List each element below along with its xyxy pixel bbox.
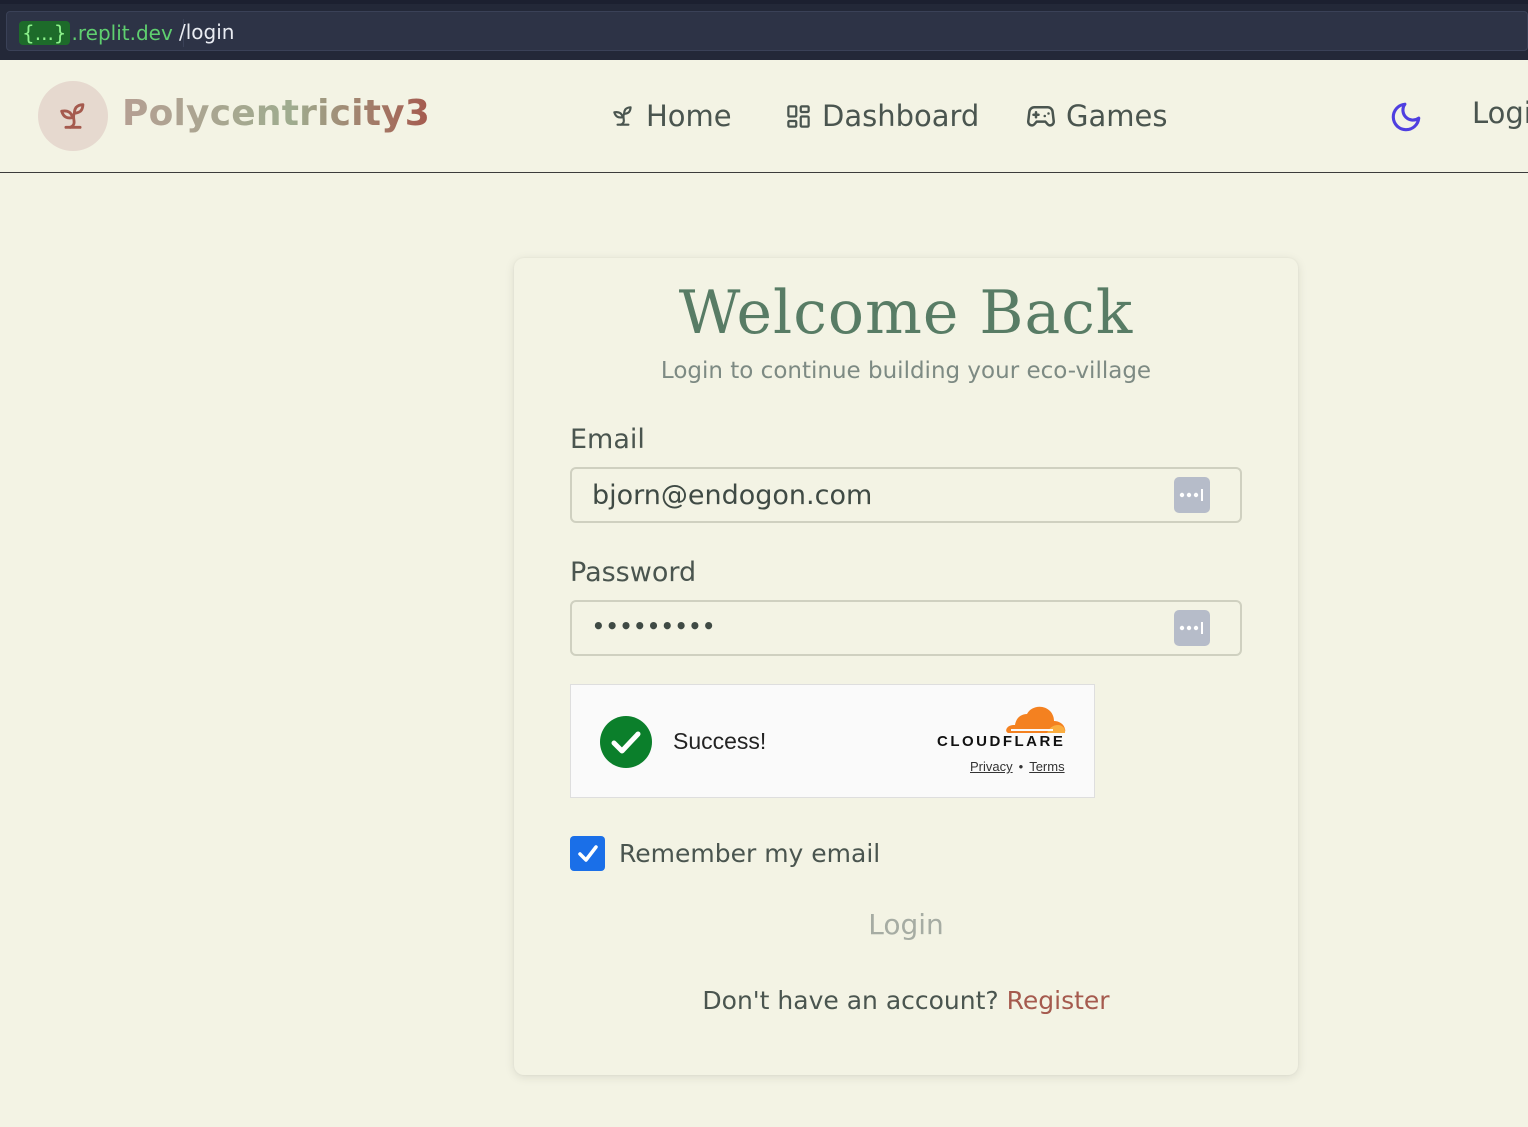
terms-link[interactable]: Terms (1029, 759, 1064, 774)
checkmark-icon (577, 844, 598, 862)
sprout-logo-icon (60, 103, 85, 129)
login-card: Welcome Back Login to continue building … (514, 258, 1298, 1075)
password-label: Password (570, 557, 697, 588)
page-title: Welcome Back (678, 278, 1134, 348)
register-prompt-line: Don't have an account? Register (514, 986, 1298, 1015)
logo[interactable] (38, 81, 108, 151)
brand-name[interactable]: Polycentricity3 (122, 93, 430, 134)
gamepad-icon (1027, 106, 1055, 127)
moon-icon (1391, 102, 1421, 132)
ellipsis-cursor-icon (1179, 489, 1203, 501)
email-field-wrapper (570, 467, 1242, 523)
password-input[interactable]: ••••••••• (592, 614, 716, 638)
sprout-icon (613, 106, 632, 126)
nav-games[interactable]: Games (1026, 96, 1167, 136)
nav-home-label: Home (646, 99, 732, 133)
captcha-links: Privacy • Terms (970, 759, 1065, 774)
email-label: Email (570, 424, 645, 455)
nav-games-label: Games (1066, 99, 1168, 133)
success-check-icon (600, 716, 652, 768)
domain-label: {...} .replit.dev (19, 19, 184, 47)
remember-email-label: Remember my email (619, 839, 881, 868)
dashboard-grid-icon (787, 104, 810, 128)
cloudflare-cloud-icon (1006, 706, 1066, 733)
nav-login-link[interactable]: Login (1472, 96, 1528, 130)
browser-url-bar: {...} .replit.dev /login (0, 0, 1528, 60)
address-field[interactable]: {...} .replit.dev /login (6, 11, 1528, 51)
theme-toggle-button[interactable] (1389, 100, 1423, 138)
password-manager-icon[interactable] (1174, 610, 1210, 646)
tab-strip-edge (0, 0, 1528, 4)
password-field-wrapper[interactable]: ••••••••• (570, 600, 1242, 656)
ellipsis-cursor-icon (1179, 622, 1203, 634)
page-subtitle: Login to continue building your eco-vill… (660, 358, 1152, 384)
url-path: /login (179, 20, 235, 44)
domain-suffix: .replit.dev (71, 21, 173, 45)
nav-dashboard-label: Dashboard (822, 99, 980, 133)
cloudflare-wordmark: CLOUDFLARE (937, 733, 1066, 750)
nav-dashboard[interactable]: Dashboard (785, 96, 979, 136)
register-prompt: Don't have an account? (702, 986, 999, 1015)
cloudflare-captcha-widget[interactable]: Success! CLOUDFLARE Privacy • Terms (570, 684, 1095, 798)
top-navbar: Polycentricity3 Home Dashboard Games Log… (0, 60, 1528, 173)
register-link[interactable]: Register (1007, 986, 1110, 1015)
privacy-link[interactable]: Privacy (970, 759, 1013, 774)
nav-home[interactable]: Home (610, 96, 732, 136)
captcha-status: Success! (673, 728, 767, 754)
domain-prefix: {...} (19, 21, 70, 45)
email-input[interactable] (572, 469, 1240, 521)
login-button[interactable]: Login (514, 908, 1298, 941)
link-separator: • (1018, 759, 1024, 774)
password-manager-icon[interactable] (1174, 477, 1210, 513)
remember-email-checkbox[interactable] (570, 836, 605, 871)
remember-email-row[interactable]: Remember my email (570, 836, 880, 871)
